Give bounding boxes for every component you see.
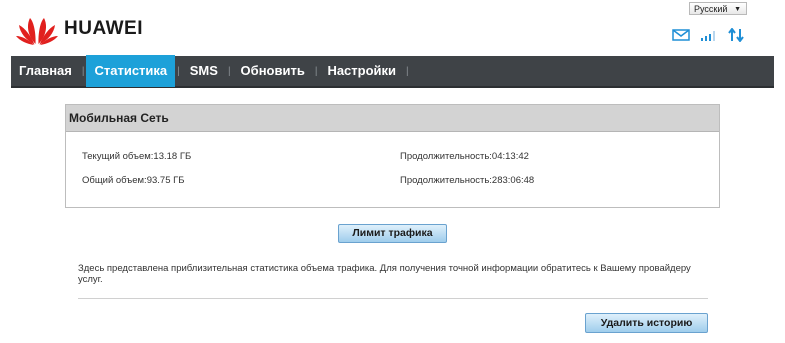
huawei-logo-icon (16, 18, 58, 45)
language-selected: Русский (694, 4, 728, 14)
nav-separator: | (406, 65, 409, 77)
nav-item-settings[interactable]: Настройки (319, 55, 404, 87)
main-nav: Главная | Статистика | SMS | Обновить | … (11, 55, 774, 88)
traffic-limit-button[interactable]: Лимит трафика (338, 224, 447, 243)
dropdown-arrow-icon: ▼ (734, 6, 741, 13)
total-volume: Общий объем:93.75 ГБ (82, 175, 185, 186)
nav-separator: | (81, 65, 85, 77)
envelope-icon[interactable] (672, 29, 690, 41)
nav-item-home[interactable]: Главная (11, 55, 80, 87)
info-text: Здесь представлена приблизительная стати… (78, 263, 691, 285)
delete-history-button[interactable]: Удалить историю (585, 313, 708, 333)
nav-item-sms[interactable]: SMS (182, 55, 226, 87)
current-duration: Продолжительность:04:13:42 (400, 151, 529, 162)
language-select[interactable]: Русский ▼ (689, 2, 747, 15)
data-transfer-icon (728, 28, 744, 42)
header: HUAWEI Русский ▼ (0, 0, 785, 58)
brand-logo: HUAWEI (16, 12, 143, 46)
total-duration: Продолжительность:283:06:48 (400, 175, 535, 186)
current-volume: Текущий объем:13.18 ГБ (82, 151, 192, 162)
status-icons (672, 28, 744, 42)
nav-item-update[interactable]: Обновить (233, 55, 313, 87)
mobile-network-panel: Мобильная Сеть Текущий объем:13.18 ГБ Пр… (65, 104, 720, 208)
divider (78, 298, 708, 299)
panel-title: Мобильная Сеть (66, 105, 719, 132)
signal-icon (701, 31, 715, 41)
nav-separator: | (314, 65, 318, 77)
nav-separator: | (227, 65, 231, 77)
brand-name: HUAWEI (64, 18, 143, 39)
nav-item-statistics[interactable]: Статистика (86, 55, 176, 87)
nav-separator: | (177, 65, 180, 77)
